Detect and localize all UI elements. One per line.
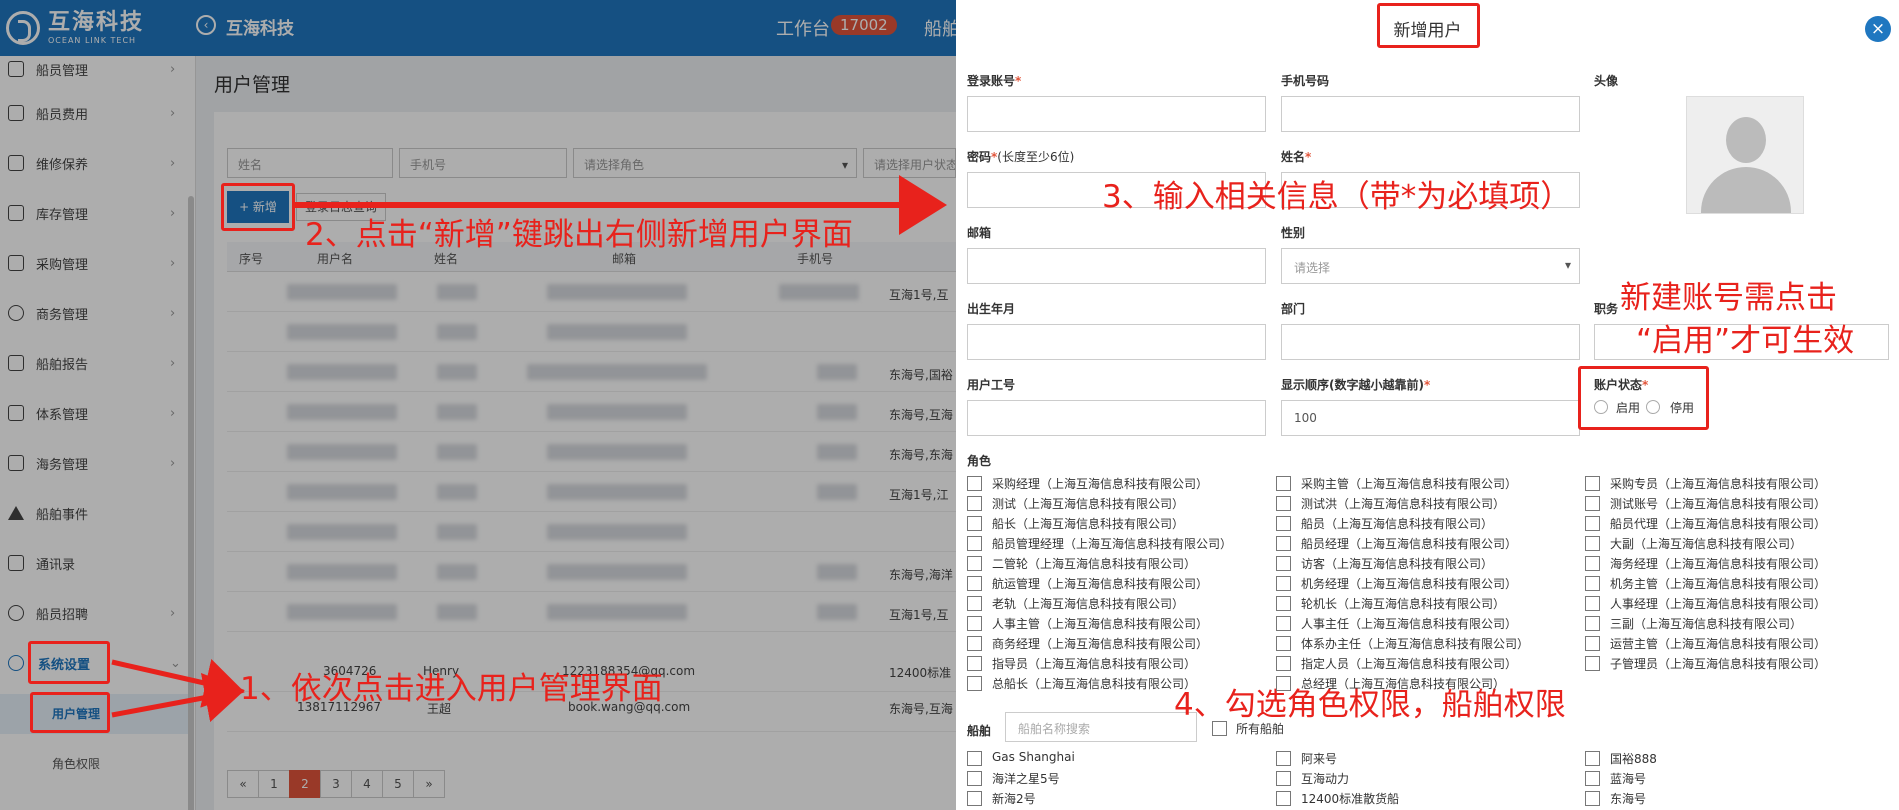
arrow-from-settings <box>111 658 245 708</box>
role-label[interactable]: 船员代理（上海互海信息科技有限公司） <box>1610 515 1826 532</box>
role-label[interactable]: 商务经理（上海互海信息科技有限公司） <box>992 635 1208 652</box>
role-checkbox[interactable] <box>1585 536 1600 551</box>
role-checkbox[interactable] <box>967 556 982 571</box>
ship-label[interactable]: 蓝海号 <box>1610 770 1646 787</box>
role-label[interactable]: 体系办主任（上海互海信息科技有限公司） <box>1301 635 1529 652</box>
role-checkbox[interactable] <box>1585 636 1600 651</box>
role-checkbox[interactable] <box>1585 556 1600 571</box>
role-label[interactable]: 海务经理（上海互海信息科技有限公司） <box>1610 555 1826 572</box>
role-label[interactable]: 船长（上海互海信息科技有限公司） <box>992 515 1184 532</box>
ship-label[interactable]: 互海动力 <box>1301 770 1349 787</box>
role-checkbox[interactable] <box>1276 596 1291 611</box>
role-label[interactable]: 人事主管（上海互海信息科技有限公司） <box>992 615 1208 632</box>
annotation-arrows <box>111 175 947 723</box>
role-label[interactable]: 采购主管（上海互海信息科技有限公司） <box>1301 475 1517 492</box>
role-checkbox[interactable] <box>967 656 982 671</box>
role-checkbox[interactable] <box>967 616 982 631</box>
role-checkbox[interactable] <box>967 636 982 651</box>
role-checkbox[interactable] <box>1276 476 1291 491</box>
role-label[interactable]: 二管轮（上海互海信息科技有限公司） <box>992 555 1196 572</box>
role-checkbox[interactable] <box>1276 556 1291 571</box>
ship-checkbox[interactable] <box>967 771 982 786</box>
role-label[interactable]: 船员（上海互海信息科技有限公司） <box>1301 515 1493 532</box>
role-checkbox[interactable] <box>1276 656 1291 671</box>
ship-checkbox[interactable] <box>1585 771 1600 786</box>
role-label[interactable]: 指导员（上海互海信息科技有限公司） <box>992 655 1196 672</box>
role-label[interactable]: 老轨（上海互海信息科技有限公司） <box>992 595 1184 612</box>
ship-checkbox[interactable] <box>1276 791 1291 806</box>
role-label[interactable]: 采购经理（上海互海信息科技有限公司） <box>992 475 1208 492</box>
role-checkbox[interactable] <box>967 496 982 511</box>
role-label[interactable]: 采购专员（上海互海信息科技有限公司） <box>1610 475 1826 492</box>
role-label[interactable]: 机务主管（上海互海信息科技有限公司） <box>1610 575 1826 592</box>
role-label[interactable]: 人事经理（上海互海信息科技有限公司） <box>1610 595 1826 612</box>
role-label[interactable]: 测试账号（上海互海信息科技有限公司） <box>1610 495 1826 512</box>
role-label[interactable]: 总经理（上海互海信息科技有限公司） <box>1301 675 1505 692</box>
role-label[interactable]: 航运管理（上海互海信息科技有限公司） <box>992 575 1208 592</box>
role-label[interactable]: 访客（上海互海信息科技有限公司） <box>1301 555 1493 572</box>
role-checkbox[interactable] <box>967 476 982 491</box>
ship-label[interactable]: 国裕888 <box>1610 750 1657 767</box>
ship-label[interactable]: Gas Shanghai <box>992 750 1075 764</box>
role-label[interactable]: 三副（上海互海信息科技有限公司） <box>1610 615 1802 632</box>
role-checkbox[interactable] <box>967 536 982 551</box>
role-checkbox[interactable] <box>967 516 982 531</box>
role-checkbox[interactable] <box>1276 516 1291 531</box>
role-checkbox[interactable] <box>1585 596 1600 611</box>
role-checkbox[interactable] <box>1276 496 1291 511</box>
ship-checkbox[interactable] <box>967 791 982 806</box>
ship-checkbox[interactable] <box>1276 751 1291 766</box>
role-label[interactable]: 人事主任（上海互海信息科技有限公司） <box>1301 615 1517 632</box>
role-checkbox[interactable] <box>967 596 982 611</box>
ship-checkbox[interactable] <box>967 751 982 766</box>
role-label[interactable]: 总船长（上海互海信息科技有限公司） <box>992 675 1196 692</box>
role-checkbox[interactable] <box>1585 476 1600 491</box>
role-checkbox[interactable] <box>1276 616 1291 631</box>
role-label[interactable]: 船员管理经理（上海互海信息科技有限公司） <box>992 535 1232 552</box>
role-checkbox[interactable] <box>1585 616 1600 631</box>
role-checkbox[interactable] <box>1276 676 1291 691</box>
role-checkbox[interactable] <box>967 576 982 591</box>
role-label[interactable]: 指定人员（上海互海信息科技有限公司） <box>1301 655 1517 672</box>
ship-label[interactable]: 12400标准散货船 <box>1301 790 1399 807</box>
role-label[interactable]: 运营主管（上海互海信息科技有限公司） <box>1610 635 1826 652</box>
ship-checkbox[interactable] <box>1585 751 1600 766</box>
role-checkbox[interactable] <box>1276 536 1291 551</box>
role-label[interactable]: 船员经理（上海互海信息科技有限公司） <box>1301 535 1517 552</box>
role-checkbox[interactable] <box>1585 656 1600 671</box>
ship-label[interactable]: 阿来号 <box>1301 750 1337 767</box>
role-checkbox[interactable] <box>1585 516 1600 531</box>
role-label[interactable]: 轮机长（上海互海信息科技有限公司） <box>1301 595 1505 612</box>
role-checkbox[interactable] <box>1585 496 1600 511</box>
role-checkbox[interactable] <box>967 676 982 691</box>
ship-checkbox[interactable] <box>1276 771 1291 786</box>
arrow-from-user-mgmt <box>111 672 245 723</box>
ship-label[interactable]: 东海号 <box>1610 790 1646 807</box>
role-label[interactable]: 大副（上海互海信息科技有限公司） <box>1610 535 1802 552</box>
ship-label[interactable]: 海洋之星5号 <box>992 770 1060 787</box>
ship-label[interactable]: 新海2号 <box>992 790 1036 807</box>
role-checkbox[interactable] <box>1276 636 1291 651</box>
role-checkbox[interactable] <box>1585 576 1600 591</box>
role-label[interactable]: 机务经理（上海互海信息科技有限公司） <box>1301 575 1517 592</box>
role-label[interactable]: 测试洪（上海互海信息科技有限公司） <box>1301 495 1505 512</box>
role-label[interactable]: 测试（上海互海信息科技有限公司） <box>992 495 1184 512</box>
ship-checkbox[interactable] <box>1585 791 1600 806</box>
role-checkbox[interactable] <box>1276 576 1291 591</box>
role-label[interactable]: 子管理员（上海互海信息科技有限公司） <box>1610 655 1826 672</box>
